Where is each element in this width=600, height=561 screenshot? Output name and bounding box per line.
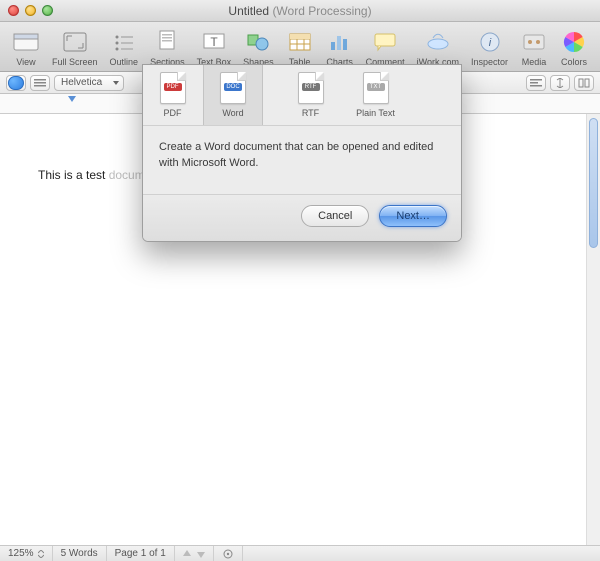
columns-button[interactable] [574,75,594,91]
tab-pdf-label: PDF [164,108,182,118]
zoom-value: 125% [8,548,34,559]
traffic-lights [8,5,53,16]
vertical-scrollbar[interactable] [586,114,600,545]
title-muted: (Word Processing) [272,4,371,18]
title-main: Untitled [228,4,269,18]
export-description: Create a Word document that can be opene… [143,125,461,195]
iwork-button[interactable]: iWork.com [411,29,465,67]
view-icon [12,29,40,55]
prev-page-icon[interactable] [183,550,191,558]
tab-word-label: Word [222,108,243,118]
align-icon [530,78,542,88]
table-button[interactable]: Table [280,29,320,67]
pdf-file-icon: PDF [160,72,186,104]
table-icon [286,29,314,55]
media-button[interactable]: Media [514,29,554,67]
columns-icon [578,78,590,88]
zoom-control[interactable]: 125% [0,546,53,561]
charts-button[interactable]: Charts [320,29,360,67]
comment-icon [371,29,399,55]
fonts-button[interactable]: A Fonts [594,29,600,67]
export-buttons: Cancel Next… [143,195,461,241]
page-indicator-value: Page 1 of 1 [115,548,166,559]
cancel-label: Cancel [318,210,352,222]
page-indicator[interactable]: Page 1 of 1 [107,546,175,561]
charts-icon [326,29,354,55]
word-file-icon: DOC [220,72,246,104]
svg-text:T: T [210,35,218,49]
spacing-button[interactable] [550,75,570,91]
rtf-file-icon: RTF [298,72,324,104]
status-bar: 125% 5 Words Page 1 of 1 [0,545,600,561]
colors-icon [560,29,588,55]
comment-button[interactable]: Comment [360,29,411,67]
text-box-icon: T [200,29,228,55]
navigator-buttons[interactable] [175,546,214,561]
outline-label: Outline [110,57,139,67]
indent-marker-icon[interactable] [68,96,76,102]
outline-icon [110,29,138,55]
inspector-label: Inspector [471,57,508,67]
media-icon [520,29,548,55]
gear-icon [222,548,234,560]
font-family-select[interactable]: Helvetica [54,75,124,91]
word-count[interactable]: 5 Words [53,546,107,561]
font-family-value: Helvetica [61,77,102,88]
shapes-button[interactable]: Shapes [237,29,280,67]
inspector-button[interactable]: i Inspector [465,29,514,67]
body-visible: This is a test [38,168,109,182]
stepper-icon [38,550,44,558]
next-label: Next… [396,210,430,222]
sections-button[interactable]: Sections [144,29,191,67]
scrollbar-thumb[interactable] [589,118,598,248]
tab-pdf[interactable]: PDF PDF [143,65,203,125]
iwork-icon [424,29,452,55]
tab-word[interactable]: DOC Word [203,65,263,125]
window-title: Untitled (Word Processing) [0,4,600,18]
sections-icon [153,29,181,55]
text-box-button[interactable]: T Text Box [191,29,238,67]
action-menu[interactable] [214,546,243,561]
media-label: Media [522,57,547,67]
pilcrow-icon [8,76,24,90]
next-button[interactable]: Next… [379,205,447,227]
minimize-icon[interactable] [25,5,36,16]
close-icon[interactable] [8,5,19,16]
window-titlebar: Untitled (Word Processing) [0,0,600,22]
list-style-button[interactable] [30,75,50,91]
tab-plain-text-label: Plain Text [356,108,395,118]
export-format-tabs: PDF PDF DOC Word RTF RTF TXT Plain Text [143,65,461,125]
shapes-icon [244,29,272,55]
colors-button[interactable]: Colors [554,29,594,67]
alignment-button[interactable] [526,75,546,91]
outline-button[interactable]: Outline [104,29,145,67]
list-icon [34,78,46,88]
spacing-icon [554,78,566,88]
colors-label: Colors [561,57,587,67]
view-label: View [16,57,35,67]
tab-rtf[interactable]: RTF RTF [281,65,341,125]
cancel-button[interactable]: Cancel [301,205,369,227]
view-button[interactable]: View [6,29,46,67]
paragraph-style-button[interactable] [6,75,26,91]
tab-plain-text[interactable]: TXT Plain Text [341,65,411,125]
zoom-icon[interactable] [42,5,53,16]
full-screen-button[interactable]: Full Screen [46,29,104,67]
word-count-value: 5 Words [61,548,98,559]
tab-rtf-label: RTF [302,108,319,118]
txt-file-icon: TXT [363,72,389,104]
inspector-icon: i [476,29,504,55]
next-page-icon[interactable] [197,550,205,558]
export-sheet: PDF PDF DOC Word RTF RTF TXT Plain Text … [142,64,462,242]
full-screen-icon [61,29,89,55]
full-screen-label: Full Screen [52,57,98,67]
